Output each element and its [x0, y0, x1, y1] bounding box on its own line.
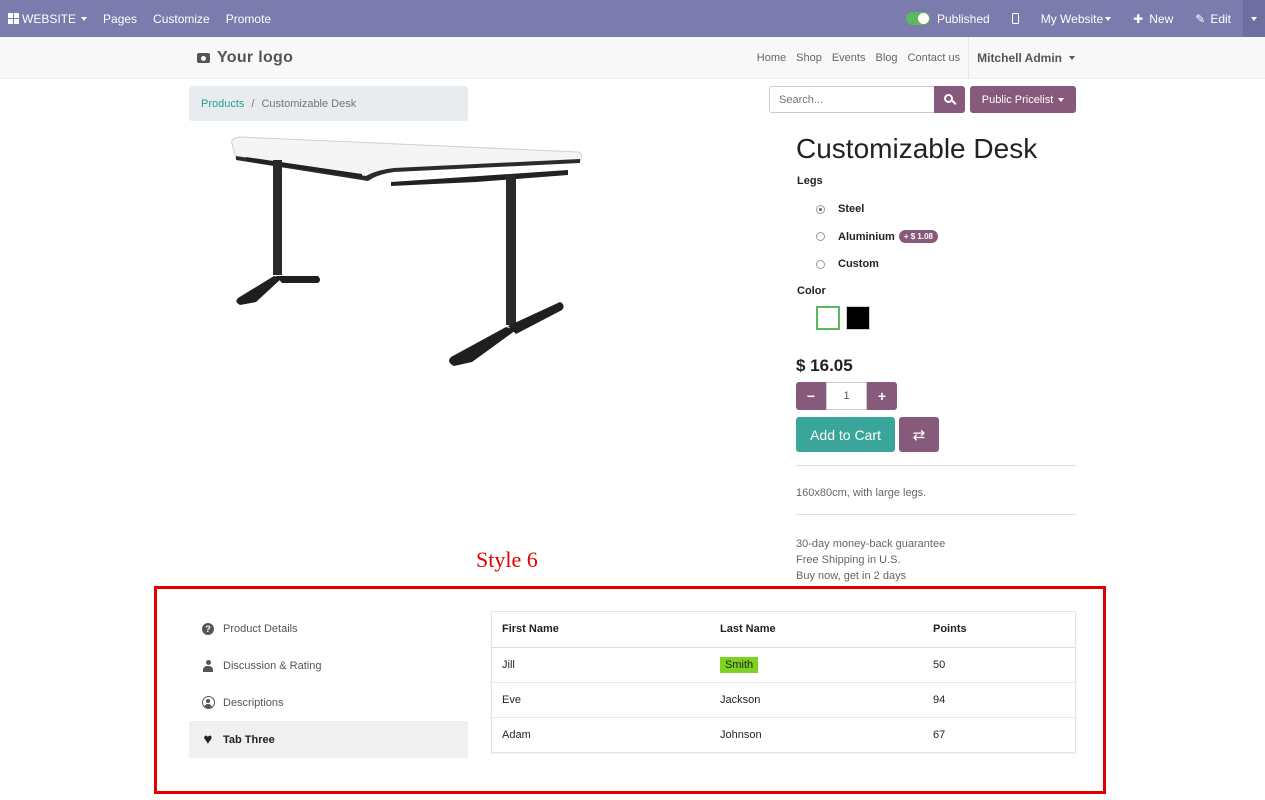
- product-search: [769, 86, 965, 113]
- user-icon: [203, 659, 213, 672]
- legs-option-aluminium[interactable]: Aluminium + $ 1.08: [816, 230, 938, 243]
- tab-content-table: First Name Last Name Points Jill Smith 5…: [491, 611, 1076, 753]
- product-title: Customizable Desk: [796, 133, 1038, 164]
- highlighted-text: Smith: [720, 656, 759, 673]
- site-logo[interactable]: Your logo: [197, 49, 293, 67]
- legs-option-steel[interactable]: Steel: [816, 203, 864, 215]
- product-image: [231, 136, 583, 366]
- nav-contact[interactable]: Contact us: [903, 52, 966, 64]
- new-button[interactable]: ✚ New: [1125, 0, 1187, 37]
- mobile-preview-button[interactable]: [1004, 0, 1033, 37]
- term-line: Buy now, get in 2 days: [796, 570, 907, 582]
- points-table: First Name Last Name Points Jill Smith 5…: [492, 612, 1075, 752]
- column-header: Last Name: [710, 612, 923, 648]
- add-to-cart-button[interactable]: Add to Cart: [796, 417, 895, 452]
- nav-shop[interactable]: Shop: [791, 52, 827, 64]
- table-cell: Johnson: [720, 728, 762, 741]
- table-row: Adam Johnson 67: [492, 717, 1075, 752]
- plus-icon: ✚: [1133, 11, 1144, 26]
- table-cell: 50: [923, 647, 1075, 683]
- apps-grid-icon: [8, 13, 19, 24]
- nav-home[interactable]: Home: [752, 52, 791, 64]
- legs-label: Legs: [797, 175, 823, 187]
- product-terms: 30-day money-back guarantee Free Shippin…: [796, 536, 945, 584]
- table-cell: Jackson: [710, 682, 923, 718]
- tab-three[interactable]: ♥ Tab Three: [189, 721, 468, 758]
- pages-menu[interactable]: Pages: [95, 0, 145, 37]
- tab-descriptions[interactable]: Descriptions: [189, 684, 468, 721]
- table-header-row: First Name Last Name Points: [492, 612, 1075, 648]
- plus-icon: +: [877, 388, 887, 404]
- divider: [796, 514, 1076, 515]
- table-cell: Jill: [492, 647, 710, 683]
- radio-icon[interactable]: [816, 232, 825, 241]
- style-label: Style 6: [476, 547, 538, 572]
- search-input[interactable]: [769, 86, 934, 113]
- column-header: Points: [923, 612, 1075, 648]
- site-header: Your logo Home Shop Events Blog Contact …: [0, 37, 1265, 79]
- nav-blog[interactable]: Blog: [870, 52, 902, 64]
- increase-quantity-button[interactable]: +: [867, 382, 897, 410]
- color-swatch-white[interactable]: [816, 306, 840, 330]
- breadcrumb: Products / Customizable Desk: [189, 86, 468, 121]
- website-admin-bar: WEBSITE Pages Customize Promote Publishe…: [0, 0, 1265, 37]
- edit-more-dropdown[interactable]: [1243, 0, 1265, 37]
- toggle-switch-icon: [905, 12, 930, 25]
- search-button[interactable]: [934, 86, 965, 113]
- my-website-menu[interactable]: My Website: [1033, 0, 1125, 37]
- term-line: 30-day money-back guarantee: [796, 538, 946, 550]
- website-menu[interactable]: WEBSITE: [0, 0, 95, 37]
- nav-events[interactable]: Events: [827, 52, 871, 64]
- term-line: Free Shipping in U.S.: [796, 554, 901, 566]
- customize-menu[interactable]: Customize: [145, 0, 218, 37]
- product-tabs: ? Product Details Discussion & Rating De…: [189, 610, 468, 758]
- color-swatch-black[interactable]: [846, 306, 870, 330]
- search-icon: [944, 94, 953, 103]
- question-circle-icon: ?: [202, 622, 214, 635]
- user-circle-icon: [201, 696, 215, 709]
- quantity-stepper: − +: [796, 382, 897, 410]
- divider: [796, 465, 1076, 466]
- breadcrumb-current: Customizable Desk: [261, 97, 357, 110]
- table-row: Jill Smith 50: [492, 647, 1075, 683]
- compare-button[interactable]: ⇄: [899, 417, 939, 452]
- caret-down-icon: [1069, 56, 1075, 60]
- quantity-input[interactable]: [826, 382, 867, 410]
- published-toggle[interactable]: Published: [898, 0, 1004, 37]
- table-cell: 94: [923, 682, 1075, 718]
- table-cell: 67: [933, 728, 946, 741]
- radio-checked-icon[interactable]: [816, 204, 825, 214]
- edit-button[interactable]: ✎ Edit: [1187, 0, 1243, 37]
- column-header: First Name: [492, 612, 710, 648]
- decrease-quantity-button[interactable]: −: [796, 382, 826, 410]
- breadcrumb-separator: /: [251, 97, 255, 110]
- caret-down-icon: [1058, 97, 1065, 102]
- minus-icon: −: [806, 388, 816, 404]
- table-cell: Adam: [502, 728, 531, 741]
- product-price: $ 16.05: [796, 356, 853, 375]
- caret-down-icon: [81, 16, 88, 21]
- legs-option-custom[interactable]: Custom: [816, 258, 879, 270]
- tab-product-details[interactable]: ? Product Details: [189, 610, 468, 647]
- mobile-icon: [1011, 13, 1019, 24]
- radio-icon[interactable]: [816, 259, 825, 269]
- camera-icon: [197, 53, 210, 63]
- promote-menu[interactable]: Promote: [218, 0, 279, 37]
- user-menu[interactable]: Mitchell Admin: [968, 37, 1075, 79]
- price-extra-badge: + $ 1.08: [898, 230, 938, 243]
- table-row: Eve Jackson 94: [492, 682, 1075, 718]
- caret-down-icon: [1105, 16, 1112, 21]
- product-description: 160x80cm, with large legs.: [796, 487, 927, 499]
- caret-down-icon: [1251, 16, 1257, 21]
- table-cell: Eve: [492, 682, 710, 718]
- breadcrumb-products-link[interactable]: Products: [201, 98, 244, 110]
- tab-discussion-rating[interactable]: Discussion & Rating: [189, 647, 468, 684]
- color-label: Color: [797, 285, 826, 297]
- heart-icon: ♥: [203, 731, 213, 748]
- pencil-icon: ✎: [1195, 11, 1206, 26]
- table-cell: Smith: [710, 647, 923, 683]
- exchange-icon: ⇄: [912, 426, 926, 444]
- pricelist-dropdown[interactable]: Public Pricelist: [970, 86, 1076, 113]
- main-nav: Home Shop Events Blog Contact us Mitchel…: [752, 37, 1075, 79]
